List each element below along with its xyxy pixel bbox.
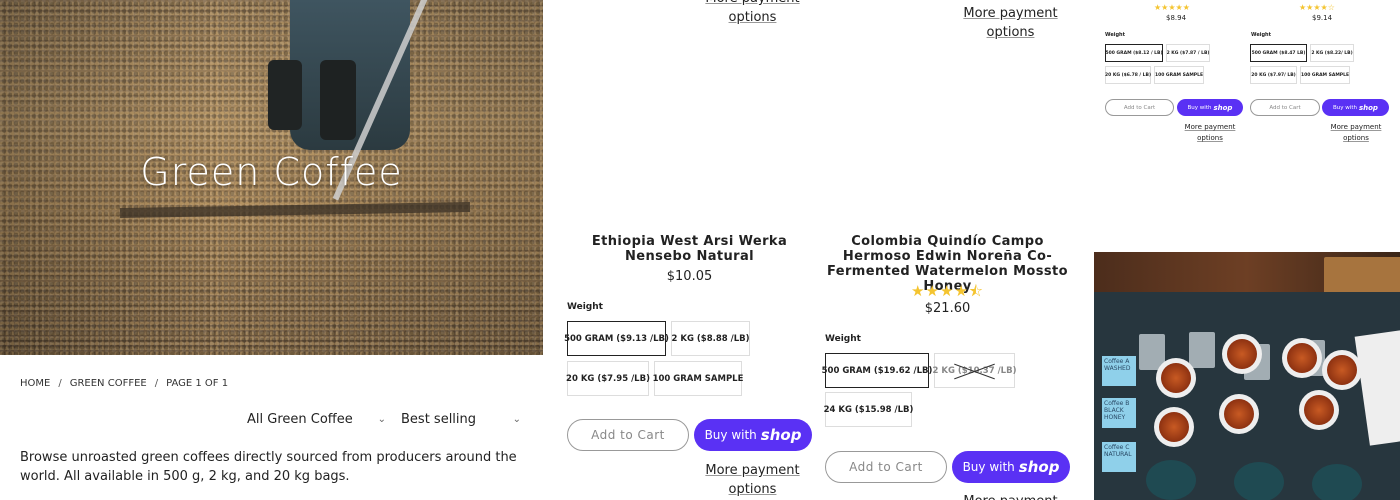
add-to-cart-button[interactable]: Add to Cart — [825, 451, 947, 483]
shop-logo: shop — [1358, 103, 1378, 112]
more-payment-line2: options — [986, 25, 1035, 40]
weight-label: Weight — [567, 302, 603, 312]
category-filter-select[interactable]: All Green Coffee ⌄ — [247, 412, 386, 427]
photo-dark-cup — [1234, 462, 1284, 500]
photo-sticky-note: Coffee A WASHED — [1102, 356, 1136, 386]
add-to-cart-button[interactable]: Add to Cart — [567, 419, 689, 451]
more-payment-line1: More payment — [705, 463, 800, 478]
weight-option[interactable]: 500 GRAM ($9.13 /LB) — [564, 321, 669, 356]
weight-label: Weight — [1105, 32, 1125, 38]
weight-option[interactable]: 100 GRAM SAMPLE — [1154, 66, 1204, 84]
weight-option[interactable]: 20 KG ($7.97/ LB) — [1250, 66, 1297, 84]
weight-option-unavailable[interactable]: 2 KG ($10.37 /LB) — [933, 353, 1016, 388]
weight-option[interactable]: 100 GRAM SAMPLE — [653, 361, 743, 396]
star-rating-icon: ★★★★★ — [1154, 3, 1190, 12]
buy-with-label: Buy with — [704, 428, 757, 442]
buy-with-shop-button[interactable]: Buy with shop — [1322, 99, 1389, 116]
collection-title: Green Coffee — [140, 150, 403, 194]
photo-cup — [1322, 350, 1362, 390]
photo-cup — [1222, 334, 1262, 374]
more-payment-options-link[interactable]: More payment — [948, 492, 1073, 500]
boot-right — [320, 60, 356, 140]
photo-cup — [1156, 358, 1196, 398]
weight-option[interactable]: 500 GRAM ($8.12 / LB) — [1105, 44, 1163, 62]
collection-hero-banner: Green Coffee — [0, 0, 543, 355]
collection-description: Browse unroasted green coffees directly … — [20, 450, 517, 484]
photo-sticky-note: Coffee C NATURAL — [1102, 442, 1136, 472]
more-payment-line1: More payment — [963, 6, 1058, 21]
weight-option[interactable]: 2 KG ($8.22/ LB) — [1310, 44, 1354, 62]
chevron-down-icon: ⌄ — [512, 414, 521, 425]
more-payment-line2: options — [1343, 134, 1369, 142]
shop-logo: shop — [760, 426, 802, 444]
more-payment-options-link-prev[interactable]: More payment options — [948, 4, 1073, 42]
more-payment-line1: More payment — [690, 0, 815, 8]
photo-cup — [1299, 390, 1339, 430]
product-price: $21.60 — [924, 301, 971, 316]
chevron-down-icon: ⌄ — [377, 414, 386, 425]
weight-option[interactable]: 20 KG ($6.78 / LB) — [1105, 66, 1151, 84]
more-payment-line1: More payment — [1330, 123, 1382, 131]
more-payment-line2: options — [728, 482, 777, 497]
shop-logo: shop — [1018, 458, 1060, 476]
weight-option[interactable]: 500 GRAM ($8.47 LB) — [1250, 44, 1307, 62]
buy-with-shop-button[interactable]: Buy with shop — [952, 451, 1070, 483]
breadcrumb-page: PAGE 1 OF 1 — [166, 378, 229, 389]
breadcrumb-home[interactable]: HOME — [20, 378, 50, 389]
weight-option[interactable]: 500 GRAM ($19.62 /LB) — [822, 353, 932, 388]
weight-option[interactable]: 2 KG ($7.87 / LB) — [1166, 44, 1210, 62]
sort-value: Best selling — [401, 412, 477, 427]
photo-coffee-bag — [1189, 332, 1215, 368]
breadcrumb: HOME / GREEN COFFEE / PAGE 1 OF 1 — [20, 378, 228, 389]
more-payment-line1: More payment — [948, 492, 1073, 500]
breadcrumb-green-coffee[interactable]: GREEN COFFEE — [70, 378, 147, 389]
photo-cup — [1219, 394, 1259, 434]
weight-option[interactable]: 100 GRAM SAMPLE — [1300, 66, 1350, 84]
add-to-cart-button[interactable]: Add to Cart — [1250, 99, 1320, 116]
boot-left — [268, 60, 302, 130]
buy-with-shop-button[interactable]: Buy with shop — [1177, 99, 1243, 116]
mini-product-grid: ★★★★★ $8.94 Weight 500 GRAM ($8.12 / LB)… — [1094, 0, 1400, 252]
buy-with-label: Buy with — [1333, 104, 1357, 111]
mini-product-price: $9.14 — [1312, 14, 1333, 22]
breadcrumb-separator: / — [58, 378, 62, 389]
more-payment-line2: options — [1197, 134, 1223, 142]
breadcrumb-separator: / — [154, 378, 159, 389]
cupping-photo: Coffee A WASHED Coffee B BLACK HONEY Cof… — [1094, 252, 1400, 500]
more-payment-options-link[interactable]: More payment options — [1320, 122, 1392, 144]
add-to-cart-button[interactable]: Add to Cart — [1105, 99, 1174, 116]
more-payment-options-link[interactable]: More payment options — [1174, 122, 1246, 144]
photo-dark-cup — [1312, 464, 1362, 500]
more-payment-line1: More payment — [1184, 123, 1236, 131]
product-price: $10.05 — [666, 269, 713, 284]
buy-with-label: Buy with — [962, 460, 1015, 474]
more-payment-options-link-prev[interactable]: More payment options — [690, 0, 815, 27]
photo-dark-cup — [1146, 460, 1196, 500]
weight-option[interactable]: 2 KG ($8.88 /LB) — [671, 321, 750, 356]
photo-sticky-note: Coffee B BLACK HONEY — [1102, 398, 1136, 428]
star-rating-icon: ★★★★☆ — [1299, 3, 1335, 12]
mini-product-price: $8.94 — [1166, 14, 1187, 22]
buy-with-shop-button[interactable]: Buy with shop — [694, 419, 812, 451]
category-filter-value: All Green Coffee — [247, 412, 353, 427]
sort-select[interactable]: Best selling ⌄ — [401, 412, 521, 427]
product-title[interactable]: Ethiopia West Arsi Werka Nensebo Natural — [567, 234, 812, 264]
shop-logo: shop — [1213, 103, 1233, 112]
weight-label: Weight — [1251, 32, 1271, 38]
more-payment-options-link[interactable]: More payment options — [690, 461, 815, 499]
weight-option[interactable]: 24 KG ($15.98 /LB) — [824, 392, 913, 427]
buy-with-label: Buy with — [1187, 104, 1212, 111]
more-payment-line2: options — [728, 10, 777, 25]
photo-cup — [1282, 338, 1322, 378]
weight-label: Weight — [825, 334, 861, 344]
photo-cup — [1154, 407, 1194, 447]
weight-option[interactable]: 20 KG ($7.95 /LB) — [566, 361, 650, 396]
